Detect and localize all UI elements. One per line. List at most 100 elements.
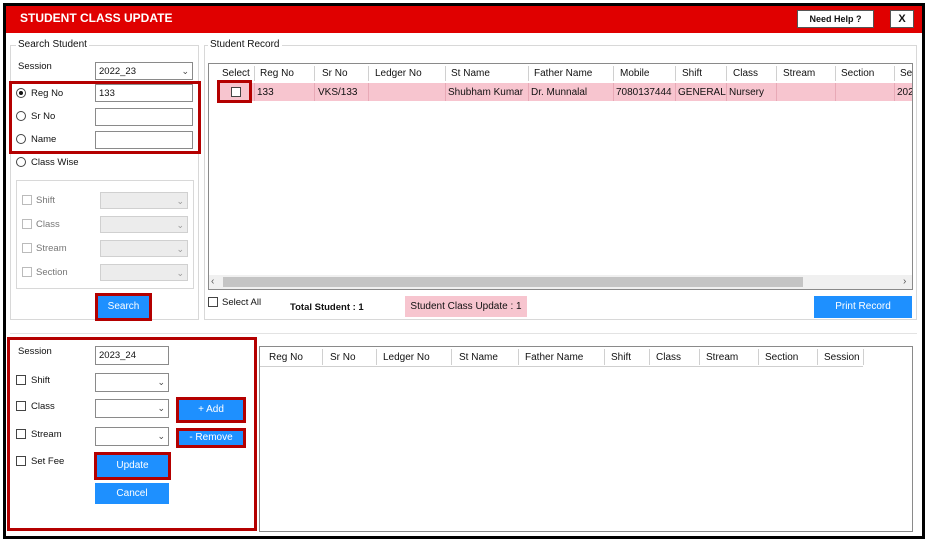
header-separator: [451, 349, 452, 365]
stream-filter-label: Stream: [36, 243, 67, 254]
horizontal-scrollbar[interactable]: ‹ ›: [209, 275, 912, 289]
cell-separator: [776, 83, 777, 101]
class-filter-checkbox[interactable]: [22, 219, 32, 229]
header-separator: [314, 66, 315, 81]
cell-session: 202: [897, 87, 913, 98]
class-filter-label: Class: [36, 219, 60, 230]
select-checkbox-highlight: [217, 80, 252, 103]
col-session: Session: [824, 352, 860, 363]
update-shift-checkbox[interactable]: [16, 375, 26, 385]
class-wise-label: Class Wise: [31, 157, 79, 168]
col-section: Section: [765, 352, 799, 363]
search-button[interactable]: Search: [98, 296, 149, 318]
stream-filter-checkbox[interactable]: [22, 243, 32, 253]
class-filter-select[interactable]: ⌄: [100, 216, 188, 233]
student-record-grid: Select Reg No Sr No Ledger No St Name Fa…: [208, 63, 913, 290]
col-sr-no: Sr No: [330, 352, 356, 363]
header-separator: [817, 349, 818, 365]
col-st-name: St Name: [459, 352, 498, 363]
col-mobile: Mobile: [620, 68, 650, 79]
header-separator: [699, 349, 700, 365]
scrollbar-thumb[interactable]: [223, 277, 803, 287]
col-ledger-no: Ledger No: [383, 352, 430, 363]
update-class-checkbox[interactable]: [16, 401, 26, 411]
cell-separator: [613, 83, 614, 101]
col-class: Class: [733, 68, 759, 79]
update-class-select[interactable]: ⌄: [95, 399, 169, 418]
col-father-name: Father Name: [534, 68, 593, 79]
update-status-badge: Student Class Update : 1: [405, 296, 527, 317]
select-all-label: Select All: [222, 297, 262, 308]
col-section: Section: [841, 68, 875, 79]
header-separator: [368, 66, 369, 81]
grid-header: Select Reg No Sr No Ledger No St Name Fa…: [209, 64, 913, 83]
update-class-label: Class: [31, 401, 55, 412]
chevron-down-icon: ⌄: [176, 220, 184, 230]
shift-filter-checkbox[interactable]: [22, 195, 32, 205]
chevron-down-icon: ⌄: [176, 268, 184, 278]
total-student-count: Total Student : 1: [290, 302, 364, 313]
table-row[interactable]: 133 VKS/133 Shubham Kumar Dr. Munnalal 7…: [220, 83, 913, 101]
update-stream-select[interactable]: ⌄: [95, 427, 169, 446]
add-button[interactable]: + Add: [179, 400, 243, 420]
col-shift: Shift: [682, 68, 703, 79]
col-class: Class: [656, 352, 682, 363]
session-select-value: 2022_23: [99, 66, 136, 77]
header-separator: [675, 66, 676, 81]
header-separator: [604, 349, 605, 365]
session-label: Session: [18, 61, 52, 72]
col-stream: Stream: [706, 352, 739, 363]
section-filter-select[interactable]: ⌄: [100, 264, 188, 281]
print-record-button[interactable]: Print Record: [814, 296, 912, 318]
cancel-button[interactable]: Cancel: [95, 483, 169, 504]
chevron-down-icon: ⌄: [157, 403, 165, 413]
chevron-down-icon: ⌄: [176, 196, 184, 206]
col-session: Ses: [900, 68, 913, 79]
close-button[interactable]: X: [890, 10, 914, 28]
selected-students-grid: Reg No Sr No Ledger No St Name Father Na…: [259, 346, 913, 532]
cell-sr-no: VKS/133: [318, 87, 358, 98]
select-all-checkbox[interactable]: [208, 297, 218, 307]
update-shift-select[interactable]: ⌄: [95, 373, 169, 392]
header-separator: [726, 66, 727, 81]
chevron-down-icon: ⌄: [157, 377, 165, 387]
set-fee-label: Set Fee: [31, 456, 65, 467]
scroll-right-icon[interactable]: ›: [903, 276, 906, 287]
col-shift: Shift: [611, 352, 632, 363]
header-separator: [445, 66, 446, 81]
col-reg-no: Reg No: [260, 68, 294, 79]
grid-header: Reg No Sr No Ledger No St Name Father Na…: [260, 347, 864, 367]
col-father-name: Father Name: [525, 352, 584, 363]
cell-separator: [675, 83, 676, 101]
chevron-down-icon: ⌄: [157, 431, 165, 441]
cell-separator: [368, 83, 369, 101]
window-title: STUDENT CLASS UPDATE: [20, 11, 173, 25]
col-st-name: St Name: [451, 68, 490, 79]
shift-filter-select[interactable]: ⌄: [100, 192, 188, 209]
cell-father-name: Dr. Munnalal: [531, 87, 588, 98]
cell-class: Nursery: [729, 87, 765, 98]
chevron-down-icon: ⌄: [176, 244, 184, 254]
scroll-left-icon[interactable]: ‹: [211, 276, 214, 287]
section-filter-label: Section: [36, 267, 68, 278]
update-stream-checkbox[interactable]: [16, 429, 26, 439]
session-select[interactable]: 2022_23 ⌄: [95, 62, 193, 80]
col-stream: Stream: [783, 68, 816, 79]
section-filter-checkbox[interactable]: [22, 267, 32, 277]
update-button[interactable]: Update: [97, 455, 168, 477]
header-separator: [649, 349, 650, 365]
header-separator: [518, 349, 519, 365]
set-fee-checkbox[interactable]: [16, 456, 26, 466]
header-separator: [322, 349, 323, 365]
class-wise-radio[interactable]: [16, 157, 26, 167]
new-session-input[interactable]: 2023_24: [95, 346, 169, 365]
shift-filter-label: Shift: [36, 195, 56, 206]
need-help-button[interactable]: Need Help ?: [797, 10, 874, 28]
col-select: Select: [222, 68, 250, 79]
student-record-legend: Student Record: [208, 39, 282, 50]
separator-line: [10, 333, 917, 334]
cell-reg-no: 133: [257, 87, 274, 98]
stream-filter-select[interactable]: ⌄: [100, 240, 188, 257]
remove-button[interactable]: - Remove: [179, 431, 243, 445]
cell-mobile: 7080137444: [616, 87, 672, 98]
